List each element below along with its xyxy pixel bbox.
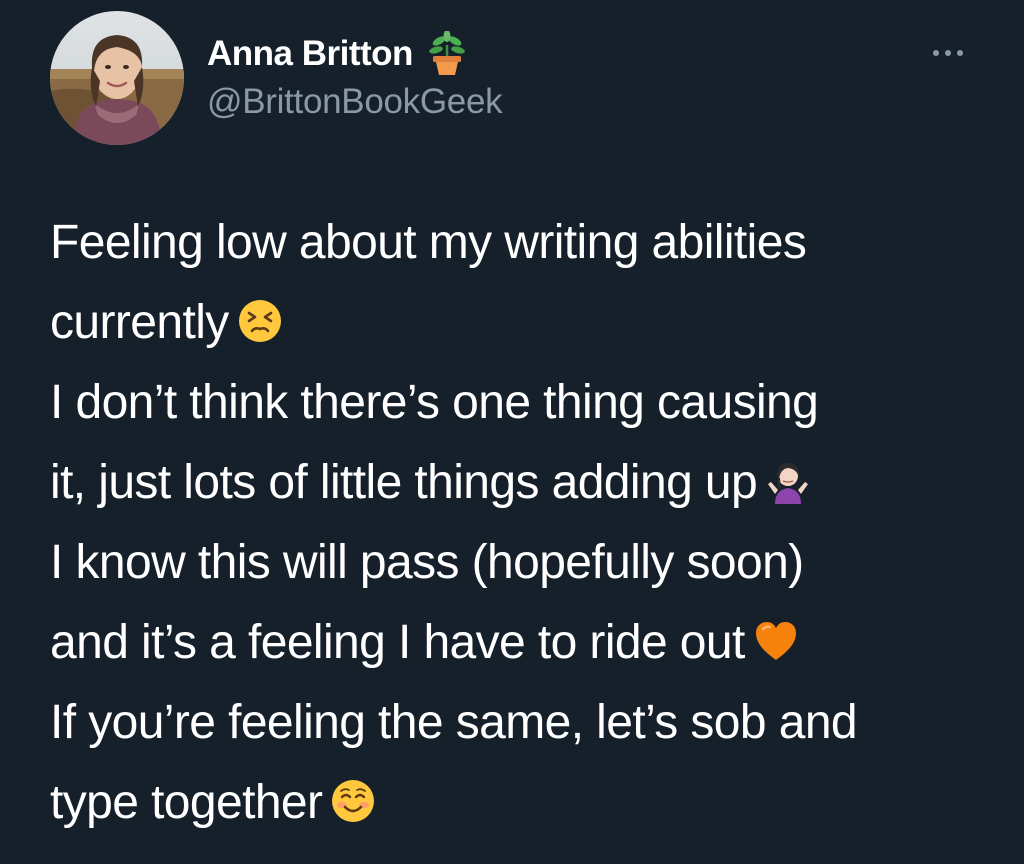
more-dots-icon [933, 50, 963, 56]
tweet-line-1: Feeling low about my writing abilities [50, 216, 807, 269]
tweet-line-2: currently [50, 283, 1010, 363]
tweet-text: Feeling low about my writing abilities c… [50, 203, 1010, 843]
more-options-button[interactable] [920, 38, 976, 68]
display-name[interactable]: Anna Britton [207, 34, 413, 74]
tweet: Anna Britton @BrittonBookGeek Feeling lo… [0, 0, 1024, 864]
avatar[interactable] [50, 11, 184, 145]
tweet-line-4: it, just lots of little things adding up [50, 443, 1010, 523]
smiling-face-icon [330, 769, 376, 822]
persevering-face-icon [237, 289, 283, 342]
tweet-line-7: If you’re feeling the same, let’s sob an… [50, 696, 858, 749]
author-name-row: Anna Britton [207, 30, 467, 77]
tweet-line-8: type together [50, 763, 1010, 843]
tweet-line-5: I know this will pass (hopefully soon) [50, 536, 804, 589]
person-shrugging-icon [765, 449, 811, 504]
tweet-line-3: I don’t think there’s one thing causing [50, 376, 819, 429]
orange-heart-icon [753, 609, 799, 660]
tweet-line-6: and it’s a feeling I have to ride out [50, 603, 1010, 683]
potted-plant-icon [427, 30, 467, 77]
author-handle[interactable]: @BrittonBookGeek [207, 82, 503, 122]
